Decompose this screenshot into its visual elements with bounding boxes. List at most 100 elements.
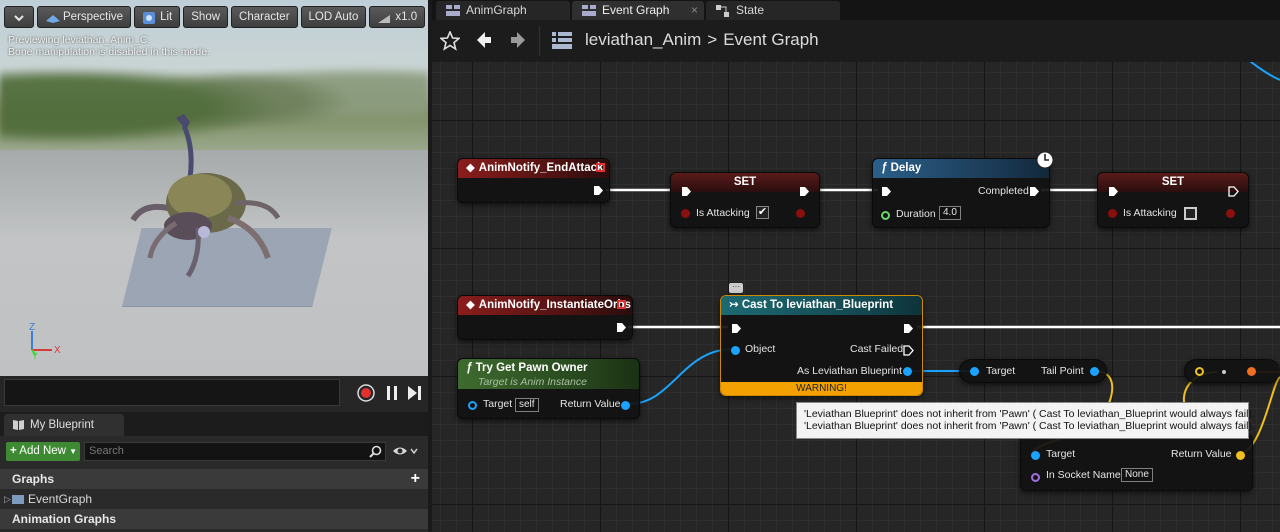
node-title-label: AnimNotify_InstantiateOrbs [478, 299, 631, 311]
event-graph-canvas[interactable]: ◆ AnimNotify_EndAttack SET Is Attacking … [432, 62, 1280, 532]
is-attacking-checkbox[interactable] [1184, 207, 1197, 220]
timeline-scrubber[interactable] [4, 379, 340, 406]
object-input-pin[interactable] [731, 346, 740, 355]
node-get-tail-point[interactable]: Target Tail Point [959, 359, 1107, 383]
node-set-is-attacking-true[interactable]: SET Is Attacking ✔ [670, 172, 820, 228]
exec-output-pin[interactable] [1228, 186, 1239, 197]
delegate-pin[interactable] [617, 300, 626, 309]
preview-viewport[interactable]: Perspective Lit Show Character LOD Auto … [0, 0, 428, 376]
target-self-value[interactable]: self [515, 398, 539, 412]
node-title-label: SET [1161, 176, 1185, 188]
my-blueprint-tabbar: My Blueprint [0, 412, 428, 436]
search-placeholder: Search [89, 445, 124, 457]
tab-animgraph[interactable]: AnimGraph [436, 1, 570, 20]
target-label: Target [1046, 448, 1076, 460]
exec-output-pin[interactable] [616, 322, 627, 333]
bool-output-pin[interactable] [1226, 209, 1235, 218]
is-attacking-checkbox[interactable]: ✔ [756, 206, 769, 219]
node-vector-operation[interactable] [1184, 359, 1280, 383]
forward-arrow-icon[interactable] [510, 31, 528, 49]
bool-input-pin[interactable] [1108, 209, 1117, 218]
warning-bar: WARNING! [721, 382, 922, 395]
back-arrow-icon[interactable] [474, 31, 492, 49]
exec-output-pin[interactable] [593, 185, 604, 196]
completed-label: Completed [978, 185, 1029, 197]
expand-arrow-icon: ▷ [4, 494, 11, 504]
bool-input-pin[interactable] [681, 209, 690, 218]
character-label: Character [239, 11, 290, 23]
playback-speed-button[interactable]: x1.0 [369, 6, 426, 28]
lit-button[interactable]: Lit [134, 6, 181, 28]
exec-cast-failed-pin[interactable] [903, 345, 914, 356]
vector-output-pin[interactable] [1247, 367, 1256, 376]
target-input-pin[interactable] [468, 401, 477, 410]
node-try-get-pawn-owner[interactable]: ƒ Try Get Pawn Owner Target is Anim Inst… [457, 358, 640, 419]
view-options-eye-icon[interactable] [392, 444, 420, 459]
exec-output-pin[interactable] [799, 186, 810, 197]
node-cast-to-leviathan-blueprint[interactable]: ↣ Cast To leviathan_Blueprint Object Cas… [720, 295, 923, 396]
lit-label: Lit [160, 11, 173, 23]
graphs-section-header[interactable]: Graphs + [0, 469, 428, 489]
return-value-pin[interactable] [1236, 451, 1245, 460]
book-icon [13, 420, 24, 430]
breadcrumb-separator: > [707, 30, 718, 49]
node-title-label: SET [733, 176, 757, 188]
add-new-button[interactable]: + Add New ▼ [6, 442, 80, 461]
delegate-pin[interactable] [596, 163, 605, 172]
tab-my-blueprint[interactable]: My Blueprint [4, 414, 124, 436]
return-value-pin[interactable] [621, 401, 630, 410]
pause-icon[interactable] [383, 384, 401, 402]
node-animnotify-instantiateorbs[interactable]: ◆ AnimNotify_InstantiateOrbs [457, 295, 633, 340]
graph-item-eventgraph[interactable]: ▷ EventGraph [0, 489, 428, 509]
node-title: ƒ Try Get Pawn Owner Target is Anim Inst… [458, 359, 639, 389]
tail-point-output-pin[interactable] [1090, 367, 1099, 376]
tab-event-graph[interactable]: Event Graph × [572, 1, 704, 20]
node-animnotify-endattack[interactable]: ◆ AnimNotify_EndAttack [457, 158, 610, 203]
operator-dot-icon [1222, 370, 1226, 374]
add-graph-plus-icon[interactable]: + [411, 469, 420, 489]
exec-input-pin[interactable] [731, 323, 742, 334]
star-icon[interactable] [440, 31, 460, 51]
exec-input-pin[interactable] [681, 186, 692, 197]
add-new-label: Add New [19, 445, 66, 457]
exec-input-pin[interactable] [1108, 186, 1119, 197]
comment-bubble-icon[interactable]: ··· [729, 283, 743, 293]
tab-state[interactable]: State [706, 1, 840, 20]
tab-animgraph-label: AnimGraph [466, 3, 527, 17]
node-get-socket-location[interactable]: Target Return Value In Socket Name None [1020, 434, 1253, 491]
bool-output-pin[interactable] [796, 209, 805, 218]
blueprint-search-input[interactable]: Search [84, 442, 386, 461]
cast-warning-tooltip: 'Leviathan Blueprint' does not inherit f… [796, 402, 1255, 439]
step-forward-icon[interactable] [405, 384, 423, 402]
record-icon[interactable] [357, 384, 375, 402]
target-input-pin[interactable] [1031, 451, 1040, 460]
node-delay[interactable]: ƒ Delay Completed Duration 4.0 [872, 151, 1054, 228]
node-title: ◆ AnimNotify_EndAttack [458, 159, 609, 178]
as-blueprint-output-pin[interactable] [903, 367, 912, 376]
duration-input[interactable]: 4.0 [939, 206, 961, 220]
vector-input-pin[interactable] [1195, 367, 1204, 376]
close-tab-icon[interactable]: × [691, 1, 698, 20]
breadcrumb-root[interactable]: leviathan_Anim [585, 30, 701, 50]
lod-button[interactable]: LOD Auto [300, 6, 367, 28]
node-set-is-attacking-false[interactable]: SET Is Attacking [1097, 172, 1249, 228]
show-button[interactable]: Show [183, 6, 229, 28]
function-f-icon: ƒ [881, 162, 888, 174]
exec-output-pin[interactable] [903, 323, 914, 334]
socket-name-input[interactable]: None [1121, 468, 1153, 482]
target-input-pin[interactable] [970, 367, 979, 376]
animation-graphs-section-header[interactable]: Animation Graphs [0, 509, 428, 529]
perspective-button[interactable]: Perspective [37, 6, 132, 28]
plus-icon: + [10, 445, 17, 457]
float-input-pin[interactable] [881, 211, 890, 220]
target-label: Target [986, 365, 1016, 377]
socket-name-input-pin[interactable] [1031, 473, 1040, 482]
exec-input-pin[interactable] [881, 186, 892, 197]
socket-name-label: In Socket Name [1046, 469, 1121, 481]
chevron-down-icon: ▼ [69, 447, 78, 456]
axis-x-label: X [54, 345, 61, 356]
exec-completed-pin[interactable] [1029, 186, 1040, 197]
menu-button[interactable] [4, 6, 34, 28]
bone-note: Bone manipulation is disabled in this mo… [8, 46, 210, 58]
character-button[interactable]: Character [231, 6, 298, 28]
